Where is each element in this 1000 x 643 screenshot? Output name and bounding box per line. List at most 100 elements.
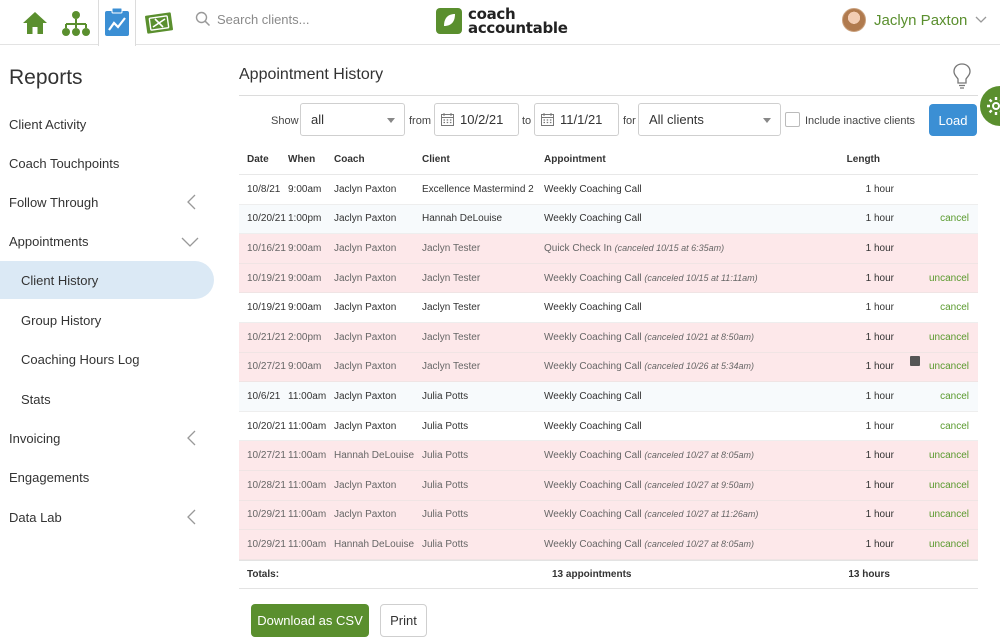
cell-length: 1 hour [865, 509, 894, 521]
sidebar-item-client-history[interactable]: Client History [0, 261, 214, 299]
table-body: 10/8/21 9:00am Jaclyn Paxton Excellence Mas… [239, 175, 978, 560]
sidebar-item-engagements[interactable]: Engagements [0, 458, 214, 496]
page-title: Appointment History [239, 66, 384, 83]
cancel-link[interactable]: cancel [940, 391, 969, 402]
sidebar-item-follow-through[interactable]: Follow Through [0, 183, 214, 221]
cell-coach: Jaclyn Paxton [334, 331, 397, 343]
cell-length: 1 hour [865, 302, 894, 314]
uncancel-link[interactable]: uncancel [929, 361, 969, 372]
uncancel-link[interactable]: uncancel [929, 539, 969, 550]
cell-coach: Jaclyn Paxton [334, 479, 397, 491]
cell-client: Julia Potts [422, 509, 469, 521]
cancel-note: (canceled 10/21 at 8:50am) [644, 331, 754, 342]
cell-date: 10/8/21 [247, 183, 281, 195]
column-header-date[interactable]: Date [239, 154, 288, 165]
reports-clipboard-icon[interactable] [98, 0, 136, 46]
download-csv-button[interactable]: Download as CSV [251, 604, 369, 637]
cancel-note: (canceled 10/27 at 8:05am) [644, 538, 754, 549]
sidebar-item-coaching-hours-log[interactable]: Coaching Hours Log [0, 340, 214, 378]
sidebar-item-group-history[interactable]: Group History [0, 301, 214, 339]
column-header-length[interactable]: Length [792, 154, 896, 165]
cell-when: 2:00pm [288, 331, 322, 343]
to-date-input[interactable]: 11/1/21 [534, 103, 619, 136]
appointment-name: Weekly Coaching Call [544, 331, 642, 343]
cell-coach: Jaclyn Paxton [334, 420, 397, 432]
cell-date: 10/27/21 [247, 361, 286, 373]
cancel-note: (canceled 10/26 at 5:34am) [644, 361, 754, 372]
user-menu[interactable]: Jaclyn Paxton [842, 8, 987, 32]
appointment-table: Date When Coach Client Appointment Lengt… [239, 145, 978, 589]
cell-date: 10/16/21 [247, 242, 286, 254]
table-row: 10/20/21 1:00pm Jaclyn Paxton Hannah DeLoui… [239, 204, 978, 235]
org-chart-icon[interactable] [57, 0, 95, 45]
settings-button[interactable] [980, 86, 1000, 126]
table-header: Date When Coach Client Appointment Lengt… [239, 145, 978, 175]
uncancel-link[interactable]: uncancel [929, 332, 969, 343]
sidebar-item-label: Stats [21, 391, 51, 407]
cell-length: 1 hour [865, 331, 894, 343]
cell-length: 1 hour [865, 272, 894, 284]
sidebar-item-stats[interactable]: Stats [0, 380, 214, 418]
search-input[interactable] [217, 11, 417, 27]
cancel-note: (canceled 10/27 at 9:50am) [644, 479, 754, 490]
cancel-link[interactable]: cancel [940, 213, 969, 224]
show-select[interactable]: all [300, 103, 405, 136]
column-header-appointment[interactable]: Appointment [544, 154, 792, 165]
sidebar-item-client-activity[interactable]: Client Activity [0, 105, 214, 143]
cell-when: 11:00am [288, 479, 327, 491]
avatar [842, 8, 866, 32]
lightbulb-icon[interactable] [952, 62, 972, 90]
sidebar-item-appointments[interactable]: Appointments [0, 222, 214, 260]
home-icon[interactable] [16, 0, 54, 45]
cell-action: uncancel [896, 539, 978, 550]
caret-down-icon [763, 118, 771, 123]
from-date-input[interactable]: 10/2/21 [434, 103, 519, 136]
cell-coach: Jaclyn Paxton [334, 302, 397, 314]
uncancel-link[interactable]: uncancel [929, 273, 969, 284]
print-button[interactable]: Print [380, 604, 427, 637]
cell-when: 11:00am [288, 390, 327, 402]
column-header-coach[interactable]: Coach [334, 154, 422, 165]
client-select[interactable]: All clients [638, 103, 781, 136]
include-inactive-checkbox[interactable] [785, 112, 800, 127]
from-label: from [409, 115, 431, 127]
cell-client: Julia Potts [422, 538, 469, 550]
cell-coach: Jaclyn Paxton [334, 509, 397, 521]
cell-date: 10/20/21 [247, 420, 286, 432]
cell-coach: Jaclyn Paxton [334, 390, 397, 402]
include-inactive-label: Include inactive clients [805, 115, 916, 127]
cell-action: uncancel [896, 509, 978, 520]
cell-date: 10/29/21 [247, 538, 286, 550]
search-bar [195, 11, 417, 27]
top-bar: coach accountable Jaclyn Paxton [0, 0, 1000, 46]
load-button[interactable]: Load [929, 104, 977, 136]
cell-action: cancel [896, 391, 978, 402]
cell-action: cancel [896, 213, 978, 224]
column-header-when[interactable]: When [288, 154, 334, 165]
cell-length: 1 hour [865, 479, 894, 491]
sidebar-item-coach-touchpoints[interactable]: Coach Touchpoints [0, 144, 214, 182]
sidebar-item-label: Data Lab [9, 509, 62, 525]
cell-coach: Jaclyn Paxton [334, 183, 397, 195]
cell-client: Jaclyn Tester [422, 331, 481, 343]
column-header-client[interactable]: Client [422, 154, 544, 165]
money-icon[interactable] [140, 0, 178, 45]
cell-appointment: Weekly Coaching Call (canceled 10/15 at … [544, 273, 792, 284]
cancel-link[interactable]: cancel [940, 421, 969, 432]
table-row: 10/21/21 2:00pm Jaclyn Paxton Jaclyn Tester… [239, 322, 978, 353]
cancel-link[interactable]: cancel [940, 302, 969, 313]
uncancel-link[interactable]: uncancel [929, 509, 969, 520]
sidebar-item-data-lab[interactable]: Data Lab [0, 498, 214, 536]
table-row: 10/29/21 11:00am Jaclyn Paxton Julia Potts W… [239, 500, 978, 531]
to-date-value: 11/1/21 [560, 112, 603, 127]
cell-length: 1 hour [865, 420, 894, 432]
uncancel-link[interactable]: uncancel [929, 450, 969, 461]
uncancel-link[interactable]: uncancel [929, 480, 969, 491]
appointment-name: Weekly Coaching Call [544, 183, 642, 195]
cell-appointment: Weekly Coaching Call (canceled 10/27 at … [544, 480, 792, 491]
cell-appointment: Quick Check In (canceled 10/15 at 6:35am… [544, 243, 792, 254]
sidebar-item-invoicing[interactable]: Invoicing [0, 419, 214, 457]
gear-icon [987, 97, 1000, 115]
caret-down-icon [387, 118, 395, 123]
cell-date: 10/6/21 [247, 390, 281, 402]
